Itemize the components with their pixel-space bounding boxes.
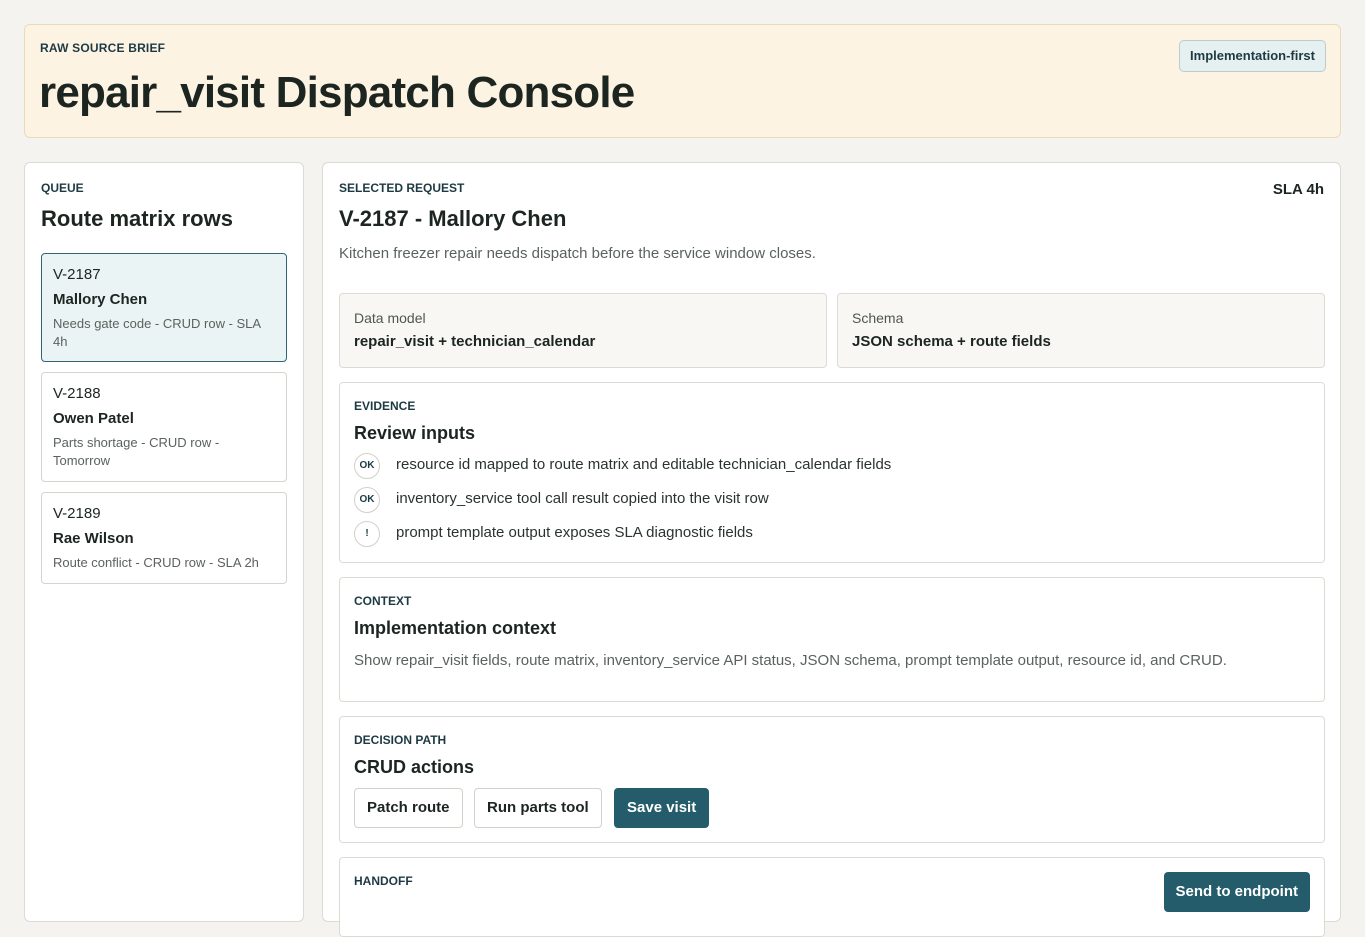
context-card: CONTEXT Implementation context Show repa… xyxy=(339,577,1325,702)
ok-status-icon: OK xyxy=(354,487,380,513)
run-parts-tool-button[interactable]: Run parts tool xyxy=(474,788,602,828)
queue-item-meta: Needs gate code - CRUD row - SLA 4h xyxy=(53,316,261,349)
detail-kicker: SELECTED REQUEST xyxy=(339,181,465,195)
stat-label: Data model xyxy=(354,310,426,326)
send-to-endpoint-button[interactable]: Send to endpoint xyxy=(1163,872,1310,912)
evidence-text: resource id mapped to route matrix and e… xyxy=(396,456,892,473)
stat-value: repair_visit + technician_calendar xyxy=(354,333,596,350)
context-kicker: CONTEXT xyxy=(354,594,412,608)
save-visit-button[interactable]: Save visit xyxy=(614,788,710,828)
queue-item-id: V-2188 xyxy=(53,385,101,402)
handoff-kicker: HANDOFF xyxy=(354,874,413,888)
queue-item-v-2187[interactable]: V-2187 Mallory Chen Needs gate code - CR… xyxy=(41,253,287,362)
queue-item-meta: Parts shortage - CRUD row - Tomorrow xyxy=(53,435,220,468)
queue-item-name: Rae Wilson xyxy=(53,530,134,547)
evidence-title: Review inputs xyxy=(354,423,476,443)
brief-kicker: RAW SOURCE BRIEF xyxy=(40,41,166,55)
page-title: repair_visit Dispatch Console xyxy=(39,68,635,117)
context-body: Show repair_visit fields, route matrix, … xyxy=(354,652,1227,669)
evidence-card: EVIDENCE Review inputs OK resource id ma… xyxy=(339,382,1325,563)
queue-item-id: V-2187 xyxy=(53,266,101,283)
evidence-kicker: EVIDENCE xyxy=(354,399,416,413)
queue-item-id: V-2189 xyxy=(53,505,101,522)
implementation-badge: Implementation-first xyxy=(1179,40,1326,72)
queue-item-name: Mallory Chen xyxy=(53,291,148,308)
queue-panel: QUEUE Route matrix rows V-2187 Mallory C… xyxy=(24,162,304,922)
stat-label: Schema xyxy=(852,310,904,326)
schema-card: Schema JSON schema + route fields xyxy=(837,293,1325,368)
decision-kicker: DECISION PATH xyxy=(354,733,447,747)
evidence-text: inventory_service tool call result copie… xyxy=(396,490,769,507)
queue-item-v-2189[interactable]: V-2189 Rae Wilson Route conflict - CRUD … xyxy=(41,492,287,584)
decision-title: CRUD actions xyxy=(354,757,475,777)
context-title: Implementation context xyxy=(354,618,557,638)
stat-value: JSON schema + route fields xyxy=(852,333,1051,350)
decision-path-card: DECISION PATH CRUD actions Patch route R… xyxy=(339,716,1325,843)
request-summary: Kitchen freezer repair needs dispatch be… xyxy=(339,245,816,262)
request-title: V-2187 - Mallory Chen xyxy=(339,206,567,231)
data-model-card: Data model repair_visit + technician_cal… xyxy=(339,293,827,368)
queue-title: Route matrix rows xyxy=(41,206,233,231)
evidence-text: prompt template output exposes SLA diagn… xyxy=(396,524,753,541)
source-brief-header: RAW SOURCE BRIEF repair_visit Dispatch C… xyxy=(24,24,1341,138)
handoff-card: HANDOFF Send to endpoint xyxy=(339,857,1325,937)
sla-indicator: SLA 4h xyxy=(1272,181,1324,198)
queue-kicker: QUEUE xyxy=(41,181,84,195)
queue-item-name: Owen Patel xyxy=(53,410,134,427)
warning-status-icon: ! xyxy=(354,521,380,547)
queue-item-v-2188[interactable]: V-2188 Owen Patel Parts shortage - CRUD … xyxy=(41,372,287,482)
patch-route-button[interactable]: Patch route xyxy=(354,788,463,828)
queue-item-meta: Route conflict - CRUD row - SLA 2h xyxy=(53,555,259,570)
ok-status-icon: OK xyxy=(354,453,380,479)
selected-request-panel: SELECTED REQUEST SLA 4h V-2187 - Mallory… xyxy=(322,162,1341,937)
